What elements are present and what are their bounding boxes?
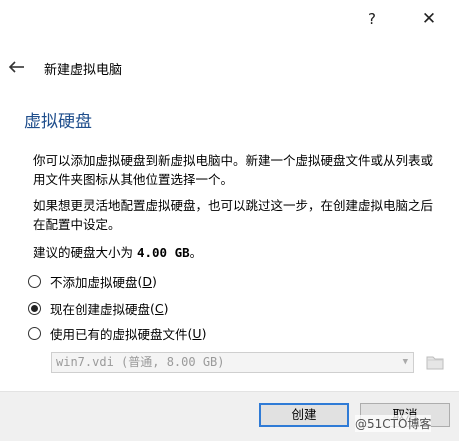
recommended-size-text: 建议的硬盘大小为 4.00 GB。 — [33, 242, 202, 261]
option-create-disk-shortcut: C — [154, 300, 164, 316]
radio-create-disk[interactable] — [28, 301, 41, 315]
title-bar: ? ✕ — [0, 0, 459, 38]
radio-no-disk[interactable] — [28, 274, 41, 288]
recommended-size-value: 4.00 GB — [136, 245, 190, 260]
watermark: @51CTO博客 — [355, 415, 432, 432]
wizard-header: 新建虚拟电脑 — [0, 50, 459, 84]
arrow-left-icon[interactable] — [6, 56, 28, 78]
wizard-title: 新建虚拟电脑 — [44, 63, 123, 78]
description-paragraph: 你可以添加虚拟硬盘到新虚拟电脑中。新建一个虚拟硬盘文件或从列表或用文件夹图标从其… — [33, 153, 434, 187]
option-existing-disk-label: 使用已有的虚拟硬盘文件 — [50, 326, 188, 342]
create-button[interactable]: 创建 — [259, 403, 349, 427]
page-heading: 虚拟硬盘 — [24, 112, 92, 132]
radio-existing-disk[interactable] — [28, 326, 41, 340]
disk-file-select-value: win7.vdi (普通, 8.00 GB) — [56, 355, 225, 369]
close-button[interactable]: ✕ — [416, 7, 442, 31]
option-existing-disk-shortcut: U — [192, 325, 202, 341]
size-prefix: 建议的硬盘大小为 — [33, 245, 137, 260]
chevron-down-icon: ▼ — [402, 357, 408, 367]
option-no-disk[interactable]: 不添加虚拟硬盘(D) — [28, 271, 157, 291]
size-suffix: 。 — [189, 245, 203, 260]
folder-icon[interactable] — [424, 351, 446, 373]
help-button[interactable]: ? — [359, 7, 385, 31]
disk-file-select[interactable]: win7.vdi (普通, 8.00 GB) ▼ — [51, 352, 414, 373]
option-no-disk-shortcut: D — [142, 273, 153, 289]
option-create-disk[interactable]: 现在创建虚拟硬盘(C) — [28, 298, 169, 318]
option-no-disk-label: 不添加虚拟硬盘 — [50, 274, 138, 290]
option-create-disk-label: 现在创建虚拟硬盘 — [50, 301, 151, 317]
option-existing-disk[interactable]: 使用已有的虚拟硬盘文件(U) — [28, 323, 206, 343]
skip-note-paragraph: 如果想更灵活地配置虚拟硬盘，也可以跳过这一步，在创建虚拟电脑之后在配置中设定。 — [33, 198, 434, 232]
